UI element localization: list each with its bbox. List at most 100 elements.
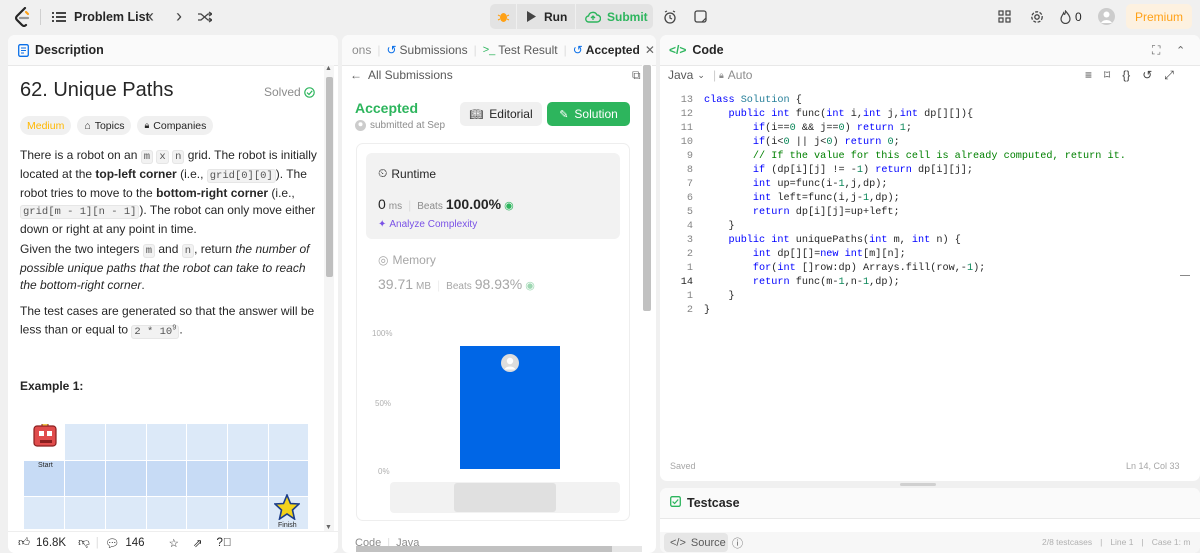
timer-button[interactable] bbox=[658, 4, 682, 29]
editorial-label: Editorial bbox=[489, 107, 533, 121]
scroll-thumb[interactable] bbox=[326, 77, 333, 277]
h-scroll-thumb[interactable] bbox=[356, 546, 612, 552]
code-line[interactable]: 2 int dp[][]=new int[m][n]; bbox=[660, 248, 1190, 262]
settings-button[interactable] bbox=[1030, 0, 1044, 33]
code-line[interactable]: 11 if(i==0 && j==0) return 1; bbox=[660, 122, 1190, 136]
tab-test-result[interactable]: Test Result bbox=[498, 43, 557, 57]
format-icon[interactable]: ≡ bbox=[1085, 68, 1092, 83]
code-line[interactable]: 7 int up=func(i-1,j,dp); bbox=[660, 178, 1190, 192]
share-icon[interactable]: ⇗ bbox=[193, 536, 203, 550]
range-slider-window[interactable] bbox=[454, 483, 556, 512]
next-problem-button[interactable]: › bbox=[176, 0, 182, 33]
leetcode-logo[interactable] bbox=[14, 0, 32, 33]
expand-icon[interactable]: ⤢ bbox=[1164, 68, 1174, 83]
lock-icon: 🔒︎ bbox=[719, 69, 724, 80]
solution-button[interactable]: ✎ Solution bbox=[547, 102, 630, 126]
distribution-bar[interactable] bbox=[460, 346, 560, 469]
submission-scrollbar[interactable] bbox=[642, 65, 652, 545]
avatar[interactable] bbox=[1098, 0, 1115, 33]
tab-editorial-truncated[interactable]: ons bbox=[342, 43, 371, 57]
braces-icon[interactable]: {} bbox=[1122, 68, 1130, 83]
code-line[interactable]: 4 } bbox=[660, 220, 1190, 234]
code-line[interactable]: 10 if(i<0 || j<0) return 0; bbox=[660, 136, 1190, 150]
line-number: 10 bbox=[680, 137, 693, 148]
tab-description[interactable]: Description bbox=[8, 43, 104, 57]
submit-button[interactable]: Submit bbox=[576, 4, 653, 29]
code-line[interactable]: 5 return dp[i][j]=up+left; bbox=[660, 206, 1190, 220]
tab-description-label: Description bbox=[35, 43, 104, 57]
problem-list-button[interactable]: Problem List bbox=[52, 0, 150, 33]
code-line[interactable]: 8 if (dp[i][j] != -1) return dp[i][j]; bbox=[660, 164, 1190, 178]
language-select[interactable]: Java ⌄ bbox=[668, 68, 705, 82]
premium-button[interactable]: Premium bbox=[1126, 4, 1192, 29]
code-editor[interactable]: 13 class Solution {12 public int func(int… bbox=[660, 94, 1190, 334]
reset-icon[interactable]: ↺ bbox=[1142, 68, 1152, 83]
code-text: int left=func(i,j-1,dp); bbox=[752, 193, 900, 204]
description-scrollbar[interactable]: ▲ ▼ bbox=[324, 65, 334, 531]
code-line[interactable]: 12 public int func(int i,int j,int dp[][… bbox=[660, 108, 1190, 122]
code-line[interactable]: 1 for(int []row:dp) Arrays.fill(row,-1); bbox=[660, 262, 1190, 276]
code-line[interactable]: 9 // If the value for this cell is alrea… bbox=[660, 150, 1190, 164]
help-icon[interactable]: ⓘ bbox=[732, 535, 743, 551]
book-icon: 📖︎ bbox=[469, 108, 484, 121]
user-avatar-icon bbox=[501, 354, 519, 372]
companies-label: Companies bbox=[153, 119, 207, 132]
debug-button[interactable] bbox=[490, 4, 516, 29]
tab-code[interactable]: </> Code bbox=[660, 43, 724, 57]
notes-button[interactable] bbox=[688, 4, 712, 29]
tab-testcase[interactable]: Testcase bbox=[660, 496, 740, 510]
code-line[interactable]: 13 class Solution { bbox=[660, 94, 1190, 108]
close-tab-icon[interactable]: ✕ bbox=[645, 43, 655, 57]
runtime-box[interactable]: ⏲︎ Runtime 0 ms | Beats 100.00% ◉ ✦ Analyz… bbox=[366, 153, 620, 239]
submission-panel: ons | ↺ Submissions | >_ Test Result | ↺… bbox=[342, 35, 656, 553]
solution-label: Solution bbox=[574, 107, 618, 121]
code-text: for(int []row:dp) Arrays.fill(row,-1); bbox=[752, 263, 986, 274]
comment-icon[interactable]: 💬︎ bbox=[105, 536, 120, 550]
memory-header[interactable]: ◎ Memory bbox=[378, 253, 436, 267]
tab-accepted[interactable]: Accepted bbox=[586, 43, 640, 57]
chevron-up-icon[interactable]: ⌃ bbox=[1176, 44, 1185, 57]
random-problem-button[interactable] bbox=[198, 0, 212, 33]
submitted-info: submitted at Sep bbox=[355, 120, 445, 131]
testcase-case: Case 1: m bbox=[1151, 537, 1191, 547]
streak-counter[interactable]: 0 bbox=[1060, 0, 1082, 33]
layout-button[interactable] bbox=[998, 0, 1011, 33]
thumbs-up-icon[interactable]: 👍︎ bbox=[18, 536, 30, 550]
scroll-down-arrow-icon[interactable]: ▼ bbox=[325, 524, 332, 531]
code-line[interactable]: 2} bbox=[660, 304, 1190, 318]
code-line[interactable]: 1 } bbox=[660, 290, 1190, 304]
tab-submissions[interactable]: Submissions bbox=[400, 43, 468, 57]
analyze-complexity-link[interactable]: ✦ Analyze Complexity bbox=[378, 219, 477, 230]
code-line[interactable]: 14 return func(m-1,n-1,dp); bbox=[660, 276, 1190, 290]
link-icon[interactable]: ⧉ bbox=[632, 68, 641, 83]
language-value: Java bbox=[668, 68, 694, 82]
help-icon[interactable]: ?⃝ bbox=[217, 537, 232, 549]
prev-problem-button[interactable]: ‹ bbox=[148, 0, 154, 33]
topics-chip[interactable]: ⌂ Topics bbox=[77, 116, 132, 135]
editorial-button[interactable]: 📖︎ Editorial bbox=[460, 102, 542, 126]
all-submissions-link[interactable]: ← All Submissions bbox=[350, 68, 453, 82]
line-number: 12 bbox=[680, 109, 693, 120]
favorite-star-icon[interactable]: ☆ bbox=[169, 536, 179, 550]
bookmark-icon[interactable]: ⌑ bbox=[1104, 68, 1110, 83]
horizontal-scrollbar[interactable] bbox=[356, 546, 642, 552]
code-line[interactable]: 6 int left=func(i,j-1,dp); bbox=[660, 192, 1190, 206]
scroll-up-arrow-icon[interactable]: ▲ bbox=[325, 65, 332, 72]
range-slider[interactable] bbox=[390, 482, 620, 513]
chevron-right-icon: › bbox=[176, 6, 182, 26]
list-icon bbox=[52, 11, 66, 23]
run-button[interactable]: Run bbox=[517, 4, 575, 29]
premium-label: Premium bbox=[1134, 9, 1183, 24]
testcase-count: 2/8 testcases bbox=[1042, 537, 1093, 547]
code-line[interactable]: 3 public int uniquePaths(int m, int n) { bbox=[660, 234, 1190, 248]
panel-resize-handle[interactable] bbox=[900, 483, 936, 486]
source-button[interactable]: </> Source bbox=[664, 533, 728, 552]
thumbs-down-icon[interactable]: 👎︎ bbox=[78, 536, 90, 550]
line-number: 1 bbox=[686, 263, 693, 274]
auto-mode-toggle[interactable]: 🔒︎ Auto bbox=[719, 68, 752, 82]
scroll-thumb[interactable] bbox=[643, 65, 651, 311]
maximize-icon[interactable]: ⛶ bbox=[1152, 43, 1160, 58]
status-accepted: Accepted bbox=[355, 100, 419, 116]
code-text: } bbox=[704, 221, 735, 232]
companies-chip[interactable]: 🔒︎ Companies bbox=[137, 116, 214, 135]
